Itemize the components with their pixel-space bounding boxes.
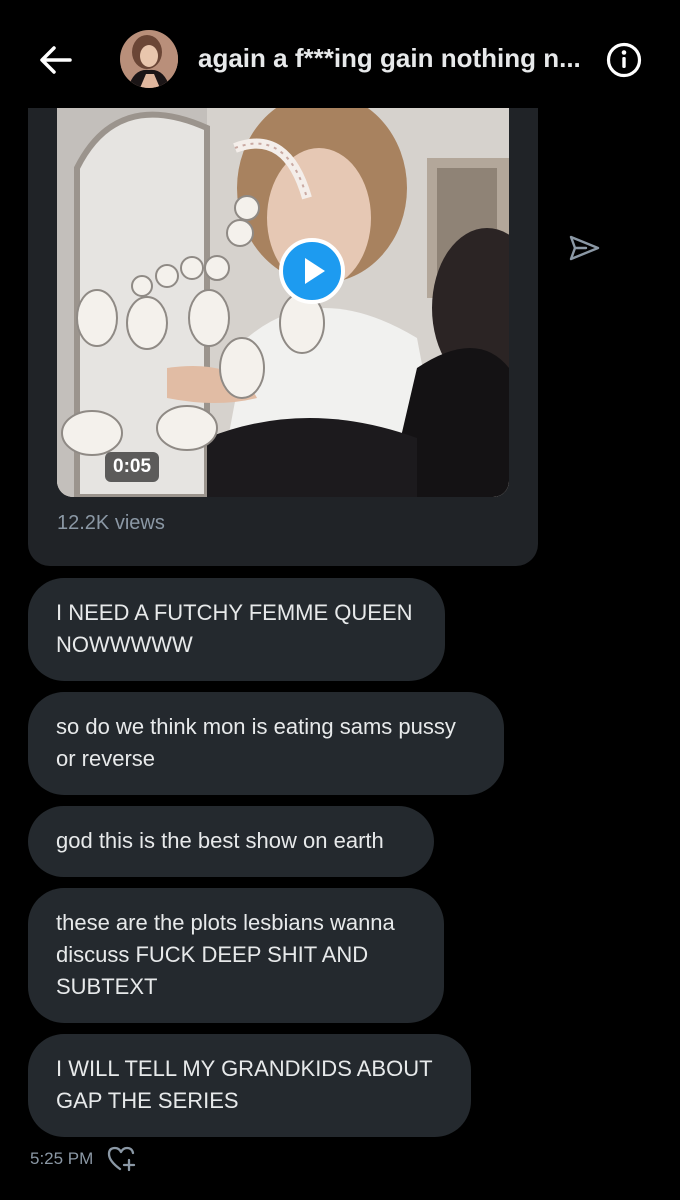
view-count: 12.2K views xyxy=(57,512,165,534)
message-bubble[interactable]: god this is the best show on earth xyxy=(28,806,434,877)
message-timestamp: 5:25 PM xyxy=(30,1149,94,1168)
conversation-header: again a f***ing gain nothing n... xyxy=(0,0,680,108)
back-button[interactable] xyxy=(34,38,78,82)
add-reaction-button[interactable] xyxy=(106,1144,138,1174)
heart-plus-icon xyxy=(107,1146,136,1172)
message-bubble[interactable]: these are the plots lesbians wanna discu… xyxy=(28,888,444,1023)
message-text: god this is the best show on earth xyxy=(56,828,384,853)
video-message-card: 0:05 12.2K views xyxy=(28,108,538,566)
play-button[interactable] xyxy=(279,238,345,304)
share-button[interactable] xyxy=(564,228,604,268)
conversation-title[interactable]: again a f***ing gain nothing n... xyxy=(198,40,594,76)
arrow-left-icon xyxy=(40,46,72,74)
message-bubble[interactable]: I WILL TELL MY GRANDKIDS ABOUT GAP THE S… xyxy=(28,1034,471,1137)
info-button[interactable] xyxy=(602,38,646,82)
play-icon xyxy=(305,258,325,284)
message-bubble[interactable]: so do we think mon is eating sams pussy … xyxy=(28,692,504,795)
send-icon xyxy=(569,235,600,261)
message-text: I NEED A FUTCHY FEMME QUEEN NOWWWWW xyxy=(56,600,413,657)
message-bubble[interactable]: I NEED A FUTCHY FEMME QUEEN NOWWWWW xyxy=(28,578,445,681)
avatar[interactable] xyxy=(120,30,178,88)
message-text: so do we think mon is eating sams pussy … xyxy=(56,714,456,771)
message-text: these are the plots lesbians wanna discu… xyxy=(56,910,395,999)
video-duration: 0:05 xyxy=(105,452,160,482)
info-circle-icon xyxy=(606,42,642,78)
message-text: I WILL TELL MY GRANDKIDS ABOUT GAP THE S… xyxy=(56,1056,433,1113)
video-thumbnail[interactable]: 0:05 xyxy=(57,108,509,497)
